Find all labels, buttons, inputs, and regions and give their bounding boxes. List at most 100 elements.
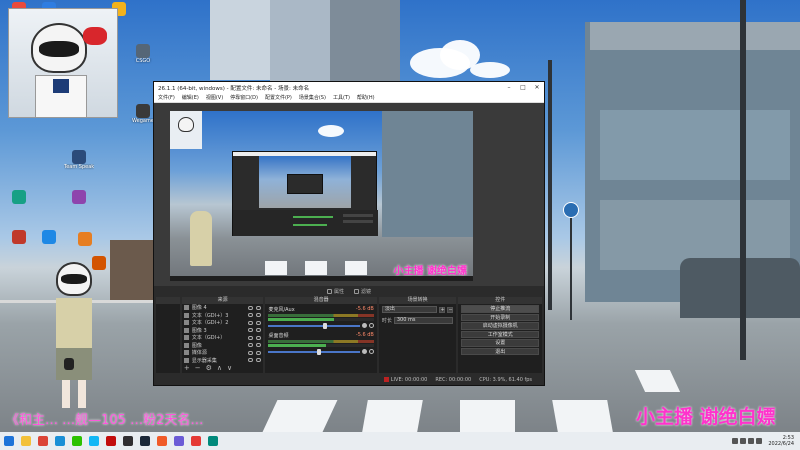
source-item[interactable]: 文本（GDI+）3 — [182, 312, 264, 320]
desktop-icon[interactable] — [34, 230, 64, 244]
filter-icon — [354, 288, 359, 294]
source-item[interactable]: 图像 4 — [182, 304, 264, 312]
source-item[interactable]: 文本（GDI+）2 — [182, 319, 264, 327]
obs-window[interactable]: 26.1.1 (64-bit, windows) - 配置文件: 未命名 - 场… — [153, 81, 545, 386]
title-bar[interactable]: 26.1.1 (64-bit, windows) - 配置文件: 未命名 - 场… — [154, 82, 544, 93]
network-icon[interactable] — [740, 438, 747, 444]
gear-icon[interactable] — [368, 349, 374, 354]
lock-icon[interactable] — [256, 343, 262, 348]
volume-slider[interactable] — [268, 348, 360, 355]
eye-icon[interactable] — [248, 343, 254, 348]
status-bar: LIVE: 00:00:00 REC: 00:00:00 CPU: 3.9%, … — [154, 375, 544, 385]
taskbar-button[interactable] — [102, 432, 119, 450]
preview-area[interactable]: 小主播 谢绝白嫖 — [154, 103, 544, 286]
minimize-icon[interactable]: – — [502, 84, 516, 91]
lock-icon[interactable] — [256, 335, 262, 340]
control-button[interactable]: 启动虚拟摄像机 — [461, 322, 539, 330]
move-up-icon[interactable]: ∧ — [217, 365, 222, 372]
lock-icon[interactable] — [256, 320, 262, 325]
lock-icon[interactable] — [256, 358, 262, 363]
source-item[interactable]: 图像 — [182, 342, 264, 350]
close-icon[interactable]: ✕ — [530, 84, 544, 91]
eye-icon[interactable] — [248, 335, 254, 340]
preview-crosswalk — [265, 261, 287, 275]
add-transition-button[interactable]: + — [439, 306, 446, 313]
menu-item[interactable]: 工具(T) — [333, 94, 350, 101]
speaker-icon[interactable] — [361, 349, 367, 354]
menu-item[interactable]: 编辑(E) — [182, 94, 199, 101]
source-settings-icon[interactable]: ⚙ — [206, 365, 212, 372]
volume-slider-knob[interactable] — [323, 322, 328, 329]
audio-mixer-dock[interactable]: 混音器 麦克风/Aux -5.6 dB 桌面音频 -5.6 dB — [265, 297, 377, 373]
eye-icon[interactable] — [248, 350, 254, 355]
duration-input[interactable]: 300 ms — [393, 317, 454, 324]
control-button[interactable]: 退出 — [461, 347, 539, 355]
add-source-icon[interactable]: + — [184, 365, 190, 372]
desktop-icon[interactable] — [70, 232, 100, 246]
source-item[interactable]: 图像 3 — [182, 327, 264, 335]
speaker-icon[interactable] — [361, 323, 367, 328]
chevron-up-icon[interactable] — [732, 438, 739, 444]
menu-item[interactable]: 视图(V) — [206, 94, 223, 101]
lock-icon[interactable] — [256, 305, 262, 310]
taskbar-button[interactable] — [0, 432, 17, 450]
lock-icon[interactable] — [256, 350, 262, 355]
maximize-icon[interactable]: □ — [516, 84, 530, 91]
transitions-dock[interactable]: 场景转换 淡出 + − 时长 300 ms — [378, 297, 457, 373]
taskbar-button[interactable] — [34, 432, 51, 450]
clock[interactable]: 2:53 2022/6/24 — [768, 435, 794, 447]
filters-button[interactable]: 滤镜 — [354, 288, 371, 295]
taskbar-button[interactable] — [119, 432, 136, 450]
sources-dock[interactable]: 来源 图像 4 文本（GDI+）3 文本（GDI+）2 图像 3 文本（GDI+） 图像媒… — [181, 297, 264, 373]
control-button[interactable]: 停止推流 — [461, 305, 539, 313]
source-item[interactable]: 媒体源 — [182, 349, 264, 357]
remove-transition-button[interactable]: − — [447, 306, 454, 313]
desktop-icon[interactable]: Team Speak — [64, 150, 94, 170]
desktop-icon[interactable] — [64, 190, 94, 204]
volume-slider-knob[interactable] — [316, 348, 321, 355]
transition-type-select[interactable]: 淡出 — [381, 306, 438, 313]
volume-icon[interactable] — [748, 438, 755, 444]
taskbar-button[interactable] — [17, 432, 34, 450]
menu-item[interactable]: 配置文件(P) — [265, 94, 292, 101]
utility-pole — [548, 60, 552, 310]
eye-icon[interactable] — [248, 305, 254, 310]
control-button[interactable]: 开始录制 — [461, 313, 539, 321]
taskbar-button[interactable] — [85, 432, 102, 450]
stream-preview[interactable]: 小主播 谢绝白嫖 — [170, 111, 473, 281]
lock-icon[interactable] — [256, 313, 262, 318]
remove-source-icon[interactable]: − — [195, 365, 201, 372]
desktop-icon[interactable] — [4, 190, 34, 204]
eye-icon[interactable] — [248, 358, 254, 363]
eye-icon[interactable] — [248, 328, 254, 333]
menu-item[interactable]: 帮助(H) — [357, 94, 375, 101]
control-button[interactable]: 设置 — [461, 339, 539, 347]
taskbar-button[interactable] — [153, 432, 170, 450]
taskbar-button[interactable] — [68, 432, 85, 450]
live-label: LIVE: — [390, 377, 404, 383]
eye-icon[interactable] — [248, 313, 254, 318]
lock-icon[interactable] — [256, 328, 262, 333]
properties-button[interactable]: 属性 — [326, 288, 344, 295]
source-item[interactable]: 文本（GDI+） — [182, 334, 264, 342]
taskbar-button[interactable] — [204, 432, 221, 450]
scenes-dock[interactable] — [156, 297, 180, 373]
desktop-icon[interactable] — [4, 230, 34, 244]
move-down-icon[interactable]: ∨ — [227, 365, 232, 372]
ime-icon[interactable] — [756, 438, 763, 444]
menu-item[interactable]: 停靠窗口(D) — [230, 94, 258, 101]
eye-icon[interactable] — [248, 320, 254, 325]
nested-preview — [259, 156, 351, 208]
taskbar-button[interactable] — [136, 432, 153, 450]
taskbar-button[interactable] — [170, 432, 187, 450]
control-button[interactable]: 工作室模式 — [461, 330, 539, 338]
gear-icon[interactable] — [368, 323, 374, 328]
menu-item[interactable]: 文件(F) — [158, 94, 175, 101]
desktop-icon[interactable]: CSGO — [128, 44, 158, 64]
source-item[interactable]: 显示器采集 — [182, 357, 264, 365]
controls-dock[interactable]: 控件 停止推流 开始录制 启动虚拟摄像机 工作室模式 设置 退出 — [458, 297, 542, 373]
menu-item[interactable]: 场景集合(S) — [299, 94, 326, 101]
volume-slider[interactable] — [268, 322, 360, 329]
taskbar-button[interactable] — [51, 432, 68, 450]
taskbar-button[interactable] — [187, 432, 204, 450]
